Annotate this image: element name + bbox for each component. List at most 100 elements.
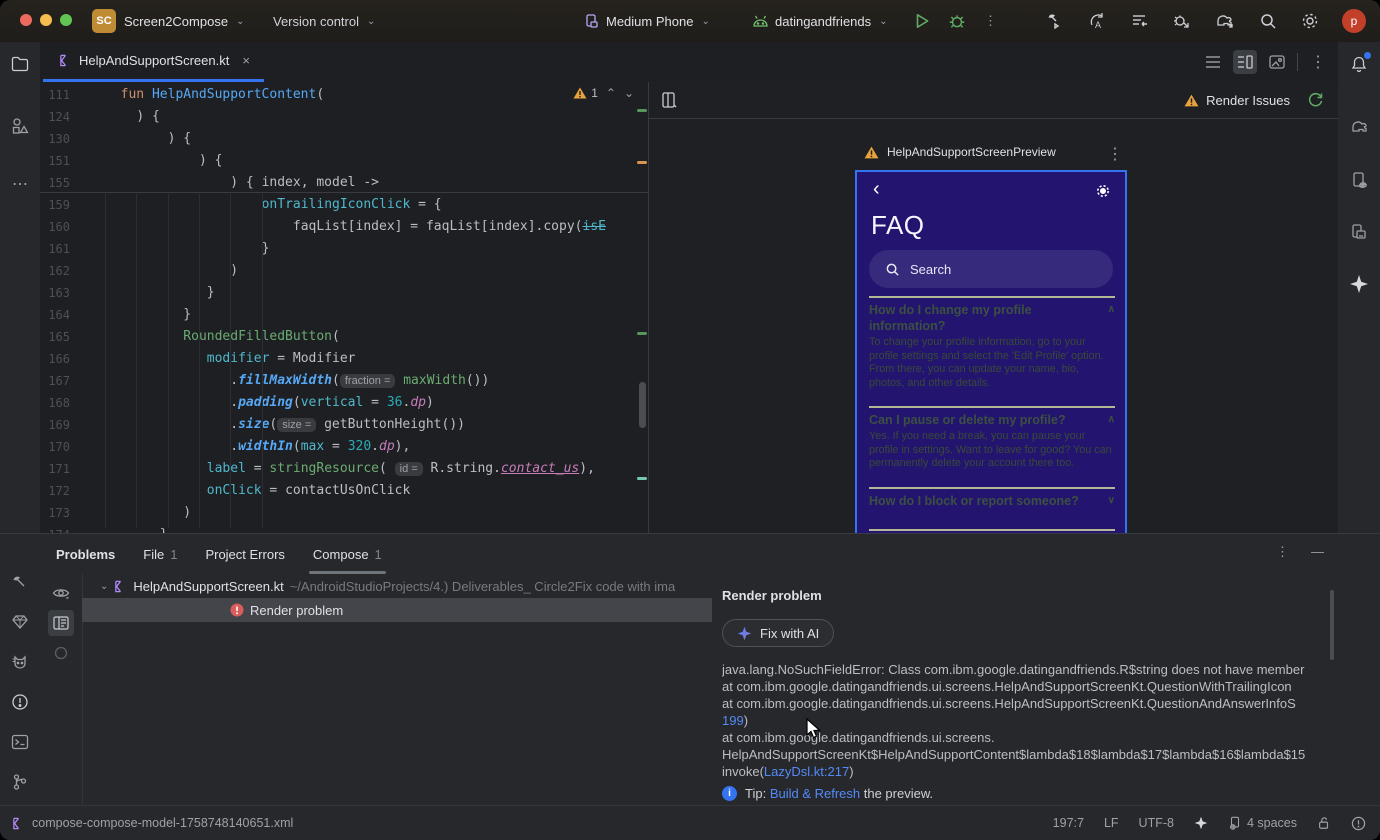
render-issues-button[interactable]: Render Issues <box>1184 82 1290 118</box>
line-number[interactable]: 164 <box>40 304 70 326</box>
caret-position[interactable]: 197:7 <box>1053 816 1084 830</box>
line-number[interactable]: 159 <box>40 194 70 216</box>
code-line-162[interactable]: 162) <box>40 260 648 282</box>
app-quality-insights-icon[interactable] <box>0 602 40 642</box>
code-line-171[interactable]: 171 label = stringResource( id = R.string… <box>40 458 648 480</box>
code-line-111[interactable]: 111 fun HelpAndSupportContent( <box>40 84 648 106</box>
code-line-167[interactable]: 167 .fillMaxWidth(fraction = maxWidth()) <box>40 370 648 392</box>
line-number[interactable]: 167 <box>40 370 70 392</box>
resource-manager-icon[interactable] <box>0 106 40 146</box>
line-number[interactable]: 166 <box>40 348 70 370</box>
render-problem-node[interactable]: Render problem <box>82 598 712 622</box>
project-folder-icon[interactable] <box>0 44 40 84</box>
line-number[interactable]: 130 <box>40 128 70 150</box>
chevron-down-icon[interactable]: ⌄ <box>100 581 108 592</box>
code-editor[interactable]: 1 ⌃ ⌄ 111 fun HelpAndSupportContent(124) … <box>40 82 648 533</box>
build-tool-icon[interactable] <box>0 562 40 602</box>
line-number[interactable]: 172 <box>40 480 70 502</box>
close-window-button[interactable] <box>20 14 32 26</box>
trace-link[interactable]: LazyDsl.kt:217 <box>764 764 849 779</box>
line-separator[interactable]: LF <box>1104 816 1119 830</box>
gradle-tool-icon[interactable] <box>1339 106 1379 146</box>
more-tool-windows-icon[interactable]: ⋯ <box>0 164 40 204</box>
faq-question[interactable]: How do I change my profile information? <box>869 302 1108 334</box>
run-button[interactable] <box>913 0 931 42</box>
editor-options-icon[interactable]: ⋮ <box>1306 50 1330 74</box>
code-line-165[interactable]: 165 RoundedFilledButton( <box>40 326 648 348</box>
more-run-options[interactable]: ⋮ <box>984 0 997 42</box>
line-number[interactable]: 173 <box>40 502 70 524</box>
code-line-161[interactable]: 161} <box>40 238 648 260</box>
running-devices-icon[interactable] <box>1339 212 1379 252</box>
detail-scrollbar-thumb[interactable] <box>1330 590 1334 660</box>
code-line-168[interactable]: 168 .padding(vertical = 36.dp) <box>40 392 648 414</box>
fix-with-ai-button[interactable]: Fix with AI <box>722 619 835 647</box>
code-line-151[interactable]: 151) { <box>40 150 648 172</box>
line-number[interactable]: 163 <box>40 282 70 304</box>
refresh-preview-icon[interactable] <box>1307 91 1324 108</box>
device-selector[interactable]: Medium Phone ⌄ <box>584 0 710 42</box>
back-icon[interactable]: ‹ <box>873 178 880 201</box>
problems-tool-icon[interactable] <box>0 682 40 722</box>
minimize-window-button[interactable] <box>40 14 52 26</box>
faq-item[interactable]: How do I change my profile information? ∧… <box>869 296 1115 406</box>
code-line-170[interactable]: 170 .widthIn(max = 320.dp), <box>40 436 648 458</box>
gradle-sync-icon[interactable] <box>1214 11 1236 31</box>
user-avatar[interactable]: p <box>1342 9 1366 33</box>
line-number[interactable]: 151 <box>40 150 70 172</box>
project-selector[interactable]: Screen2Compose ⌄ <box>124 0 244 42</box>
file-encoding[interactable]: UTF-8 <box>1139 816 1174 830</box>
faq-settings-gear-icon[interactable] <box>1095 183 1111 199</box>
gemini-ai-icon[interactable] <box>1339 264 1379 304</box>
line-number[interactable]: 171 <box>40 458 70 480</box>
code-line-130[interactable]: 130) { <box>40 128 648 150</box>
problems-tab-compose[interactable]: Compose 1 <box>308 534 386 574</box>
help-circle-icon[interactable] <box>48 640 74 666</box>
git-tool-icon[interactable] <box>0 762 40 802</box>
design-view-button[interactable] <box>1265 50 1289 74</box>
line-number[interactable]: 169 <box>40 414 70 436</box>
preview-card-title[interactable]: HelpAndSupportScreenPreview <box>864 145 1056 159</box>
code-line-155[interactable]: 155) { index, model -> <box>40 172 648 194</box>
chevron-down-icon[interactable]: ∨ <box>1108 493 1115 509</box>
exclamation-circle-icon[interactable] <box>1351 816 1366 831</box>
chevron-up-icon[interactable]: ∧ <box>1108 412 1115 428</box>
build-refresh-link[interactable]: Build & Refresh <box>770 786 860 801</box>
line-number[interactable]: 124 <box>40 106 70 128</box>
code-line-169[interactable]: 169 .size(size = getButtonHeight()) <box>40 414 648 436</box>
code-line-163[interactable]: 163} <box>40 282 648 304</box>
problems-tab-project-errors[interactable]: Project Errors <box>205 534 284 574</box>
status-file[interactable]: compose-compose-model-1758748140651.xml <box>12 816 293 830</box>
debug-button[interactable] <box>948 0 966 42</box>
device-manager-icon[interactable] <box>1339 160 1379 200</box>
trace-link[interactable]: 199 <box>722 713 744 728</box>
faq-item[interactable]: Can I pause or delete my profile? ∧ Yes. I… <box>869 406 1115 487</box>
line-number[interactable]: 160 <box>40 216 70 238</box>
line-number[interactable]: 165 <box>40 326 70 348</box>
editor-tab-helpandsupportscreen[interactable]: HelpAndSupportScreen.kt × <box>43 42 264 82</box>
problems-tab-problems[interactable]: Problems <box>56 534 115 574</box>
problems-tab-file[interactable]: File 1 <box>143 534 177 574</box>
attach-debugger-icon[interactable] <box>1172 11 1192 31</box>
code-line-166[interactable]: 166 modifier = Modifier <box>40 348 648 370</box>
line-number[interactable]: 168 <box>40 392 70 414</box>
vcs-selector[interactable]: Version control ⌄ <box>273 0 375 42</box>
code-line-164[interactable]: 164} <box>40 304 648 326</box>
logcat-icon[interactable] <box>0 642 40 682</box>
preview-layout-icon[interactable] <box>661 91 679 109</box>
preview-card-menu-icon[interactable]: ⋮ <box>1107 144 1123 164</box>
ai-status-icon[interactable] <box>1194 816 1208 830</box>
indent-config[interactable]: 4 spaces <box>1228 816 1297 830</box>
view-options-eye-icon[interactable] <box>48 580 74 606</box>
faq-question[interactable]: Can I pause or delete my profile? <box>869 412 1066 428</box>
search-everywhere-icon[interactable] <box>1258 11 1278 31</box>
chevron-up-icon[interactable]: ∧ <box>1108 302 1115 334</box>
code-line-174[interactable]: 174} <box>40 524 648 533</box>
hide-panel-icon[interactable]: — <box>1311 544 1324 560</box>
close-tab-icon[interactable]: × <box>242 53 250 68</box>
notifications-bell-icon[interactable] <box>1339 44 1379 84</box>
code-assist-icon[interactable]: A <box>1088 11 1108 31</box>
lock-open-icon[interactable] <box>1317 816 1331 830</box>
run-configuration-selector[interactable]: datingandfriends ⌄ <box>752 0 888 42</box>
line-number[interactable]: 111 <box>40 84 70 106</box>
